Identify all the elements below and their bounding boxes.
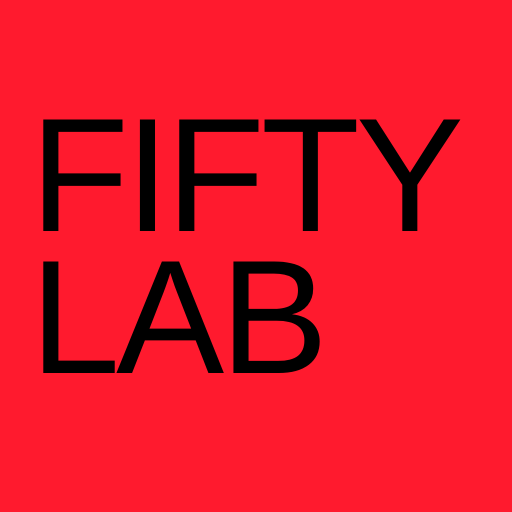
wordmark-line-fifty: FIFTY	[30, 85, 464, 266]
wordmark: FIFTY LAB	[30, 85, 464, 408]
logo-canvas: FIFTY LAB	[0, 0, 512, 512]
wordmark-line-lab: LAB	[30, 227, 328, 408]
